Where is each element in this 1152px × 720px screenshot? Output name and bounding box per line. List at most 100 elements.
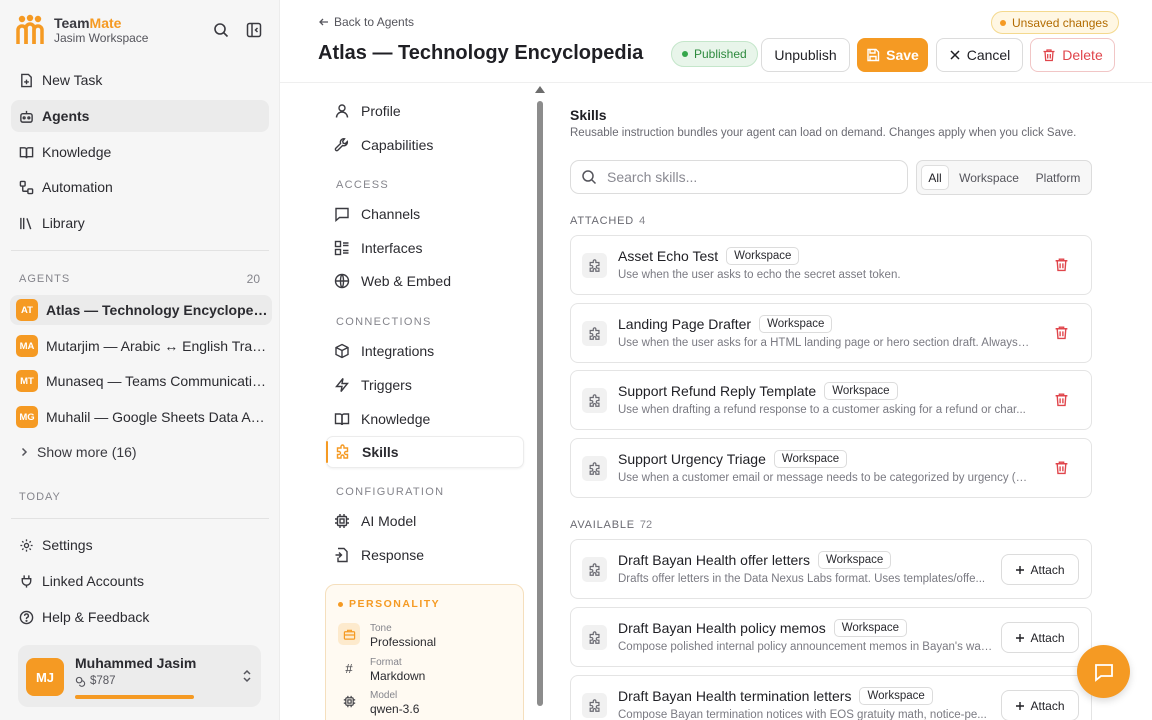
settings-nav-interfaces[interactable]: Interfaces bbox=[326, 232, 524, 264]
trash-icon bbox=[1043, 49, 1055, 62]
puzzle-icon bbox=[582, 456, 607, 481]
available-skill-card[interactable]: Draft Bayan Health policy memos Workspac… bbox=[570, 607, 1092, 667]
agent-item[interactable]: AT Atlas — Technology Encyclopedia bbox=[10, 295, 272, 325]
skill-description: Use when drafting a refund response to a… bbox=[618, 404, 1026, 416]
plus-icon bbox=[1016, 633, 1025, 642]
filter-all[interactable]: All bbox=[921, 165, 949, 190]
skill-description: Use when a customer email or message nee… bbox=[618, 472, 1030, 484]
hash-icon: # bbox=[345, 660, 353, 676]
settings-nav-profile[interactable]: Profile bbox=[326, 95, 524, 127]
brand[interactable]: TeamMate Jasim Workspace bbox=[16, 14, 148, 46]
divider bbox=[280, 82, 1152, 83]
nav-library[interactable]: Library bbox=[11, 207, 269, 239]
settings-nav-label: Web & Embed bbox=[361, 273, 452, 289]
teammate-logo-icon bbox=[16, 14, 44, 44]
search-icon bbox=[582, 170, 597, 185]
remove-skill-button[interactable] bbox=[1054, 257, 1069, 272]
agent-item[interactable]: MG Muhalil — Google Sheets Data Analyst bbox=[10, 402, 272, 432]
show-more-button[interactable]: Show more (16) bbox=[19, 444, 137, 460]
skill-title: Draft Bayan Health termination letters bbox=[618, 688, 852, 704]
settings-nav-channels[interactable]: Channels bbox=[326, 198, 524, 230]
puzzle-icon bbox=[582, 253, 607, 278]
unpublish-button[interactable]: Unpublish bbox=[761, 38, 850, 72]
back-to-agents-link[interactable]: Back to Agents bbox=[318, 15, 414, 29]
filter-workspace[interactable]: Workspace bbox=[955, 165, 1023, 190]
cancel-label: Cancel bbox=[966, 47, 1011, 63]
nav-agents[interactable]: Agents bbox=[11, 100, 269, 132]
remove-skill-button[interactable] bbox=[1054, 392, 1069, 407]
search-box[interactable] bbox=[570, 160, 908, 194]
agent-avatar: MG bbox=[16, 406, 38, 428]
settings-nav-capabilities[interactable]: Capabilities bbox=[326, 129, 524, 161]
available-skill-card[interactable]: Draft Bayan Health offer letters Workspa… bbox=[570, 539, 1092, 599]
search-input[interactable] bbox=[607, 169, 887, 185]
save-button[interactable]: Save bbox=[857, 38, 928, 72]
settings-nav-knowledge[interactable]: Knowledge bbox=[326, 403, 524, 435]
personality-tone: Tone Professional bbox=[338, 623, 436, 649]
cancel-button[interactable]: Cancel bbox=[936, 38, 1023, 72]
nav-settings[interactable]: Settings bbox=[11, 529, 269, 561]
user-card[interactable]: MJ Muhammed Jasim $787 bbox=[18, 645, 261, 707]
attach-button[interactable]: Attach bbox=[1001, 622, 1079, 653]
chevron-up-down-icon[interactable] bbox=[241, 668, 253, 684]
plus-icon bbox=[1016, 565, 1025, 574]
agent-avatar: MA bbox=[16, 335, 38, 357]
personality-key: Tone bbox=[370, 623, 392, 634]
collapse-sidebar-button[interactable] bbox=[243, 19, 265, 41]
agent-item[interactable]: MA Mutarjim — Arabic ↔ English Translato… bbox=[10, 331, 272, 361]
settings-nav-response[interactable]: Response bbox=[326, 539, 524, 571]
skill-description: Compose Bayan termination notices with E… bbox=[618, 709, 987, 720]
nav-knowledge[interactable]: Knowledge bbox=[11, 136, 269, 168]
remove-skill-button[interactable] bbox=[1054, 460, 1069, 475]
settings-nav-skills[interactable]: Skills bbox=[326, 436, 524, 468]
delete-button[interactable]: Delete bbox=[1030, 38, 1115, 72]
scope-badge: Workspace bbox=[817, 551, 892, 569]
settings-nav-integrations[interactable]: Integrations bbox=[326, 335, 524, 367]
nav-label: Library bbox=[42, 215, 85, 231]
attach-button[interactable]: Attach bbox=[1001, 690, 1079, 720]
skill-description: Compose polished internal policy announc… bbox=[618, 641, 993, 653]
agent-avatar: MT bbox=[16, 370, 38, 392]
agent-name: Muhalil — Google Sheets Data Analyst bbox=[46, 409, 268, 425]
attached-label: ATTACHED 4 bbox=[570, 215, 645, 227]
settings-nav-ai-model[interactable]: AI Model bbox=[326, 505, 524, 537]
remove-skill-button[interactable] bbox=[1054, 325, 1069, 340]
available-skill-card[interactable]: Draft Bayan Health termination letters W… bbox=[570, 675, 1092, 720]
cube-icon bbox=[335, 343, 349, 359]
scrollbar-thumb[interactable] bbox=[537, 101, 543, 706]
attached-skill-card[interactable]: Asset Echo Test Workspace Use when the u… bbox=[570, 235, 1092, 295]
status-dot bbox=[682, 51, 688, 57]
attach-label: Attach bbox=[1030, 630, 1065, 645]
nav-linked-accounts[interactable]: Linked Accounts bbox=[11, 565, 269, 597]
scope-badge: Workspace bbox=[859, 687, 933, 705]
scope-badge: Workspace bbox=[824, 382, 898, 400]
response-icon bbox=[335, 547, 348, 563]
agents-count: 20 bbox=[246, 272, 260, 286]
divider bbox=[11, 250, 269, 251]
chat-launcher-button[interactable] bbox=[1077, 645, 1130, 698]
workspace-name: Jasim Workspace bbox=[54, 30, 149, 45]
agent-item[interactable]: MT Munaseq — Teams Communications bbox=[10, 366, 272, 396]
attached-skill-card[interactable]: Support Urgency Triage Workspace Use whe… bbox=[570, 438, 1092, 498]
settings-nav-label: Interfaces bbox=[361, 240, 423, 256]
save-label: Save bbox=[886, 47, 919, 63]
scope-filter: All Workspace Platform bbox=[916, 160, 1092, 195]
attached-skill-card[interactable]: Landing Page Drafter Workspace Use when … bbox=[570, 303, 1092, 363]
settings-nav-web-embed[interactable]: Web & Embed bbox=[326, 265, 524, 297]
available-count: 72 bbox=[639, 519, 653, 531]
settings-nav-label: Channels bbox=[361, 206, 421, 222]
filter-platform[interactable]: Platform bbox=[1029, 165, 1087, 190]
personality-key: Format bbox=[370, 657, 402, 668]
attached-skill-card[interactable]: Support Refund Reply Template Workspace … bbox=[570, 370, 1092, 430]
nav-help-feedback[interactable]: Help & Feedback bbox=[11, 601, 269, 633]
nav-new-task[interactable]: New Task bbox=[11, 64, 269, 96]
settings-nav-triggers[interactable]: Triggers bbox=[326, 369, 524, 401]
nav-automation[interactable]: Automation bbox=[11, 171, 269, 203]
access-section-label: ACCESS bbox=[336, 179, 390, 191]
settings-nav-label: AI Model bbox=[361, 513, 417, 529]
scroll-up-arrow-icon[interactable] bbox=[535, 86, 545, 93]
status-label: Published bbox=[694, 47, 747, 61]
attach-button[interactable]: Attach bbox=[1001, 554, 1079, 585]
search-button[interactable] bbox=[210, 19, 232, 41]
status-badge: Published bbox=[671, 41, 758, 67]
